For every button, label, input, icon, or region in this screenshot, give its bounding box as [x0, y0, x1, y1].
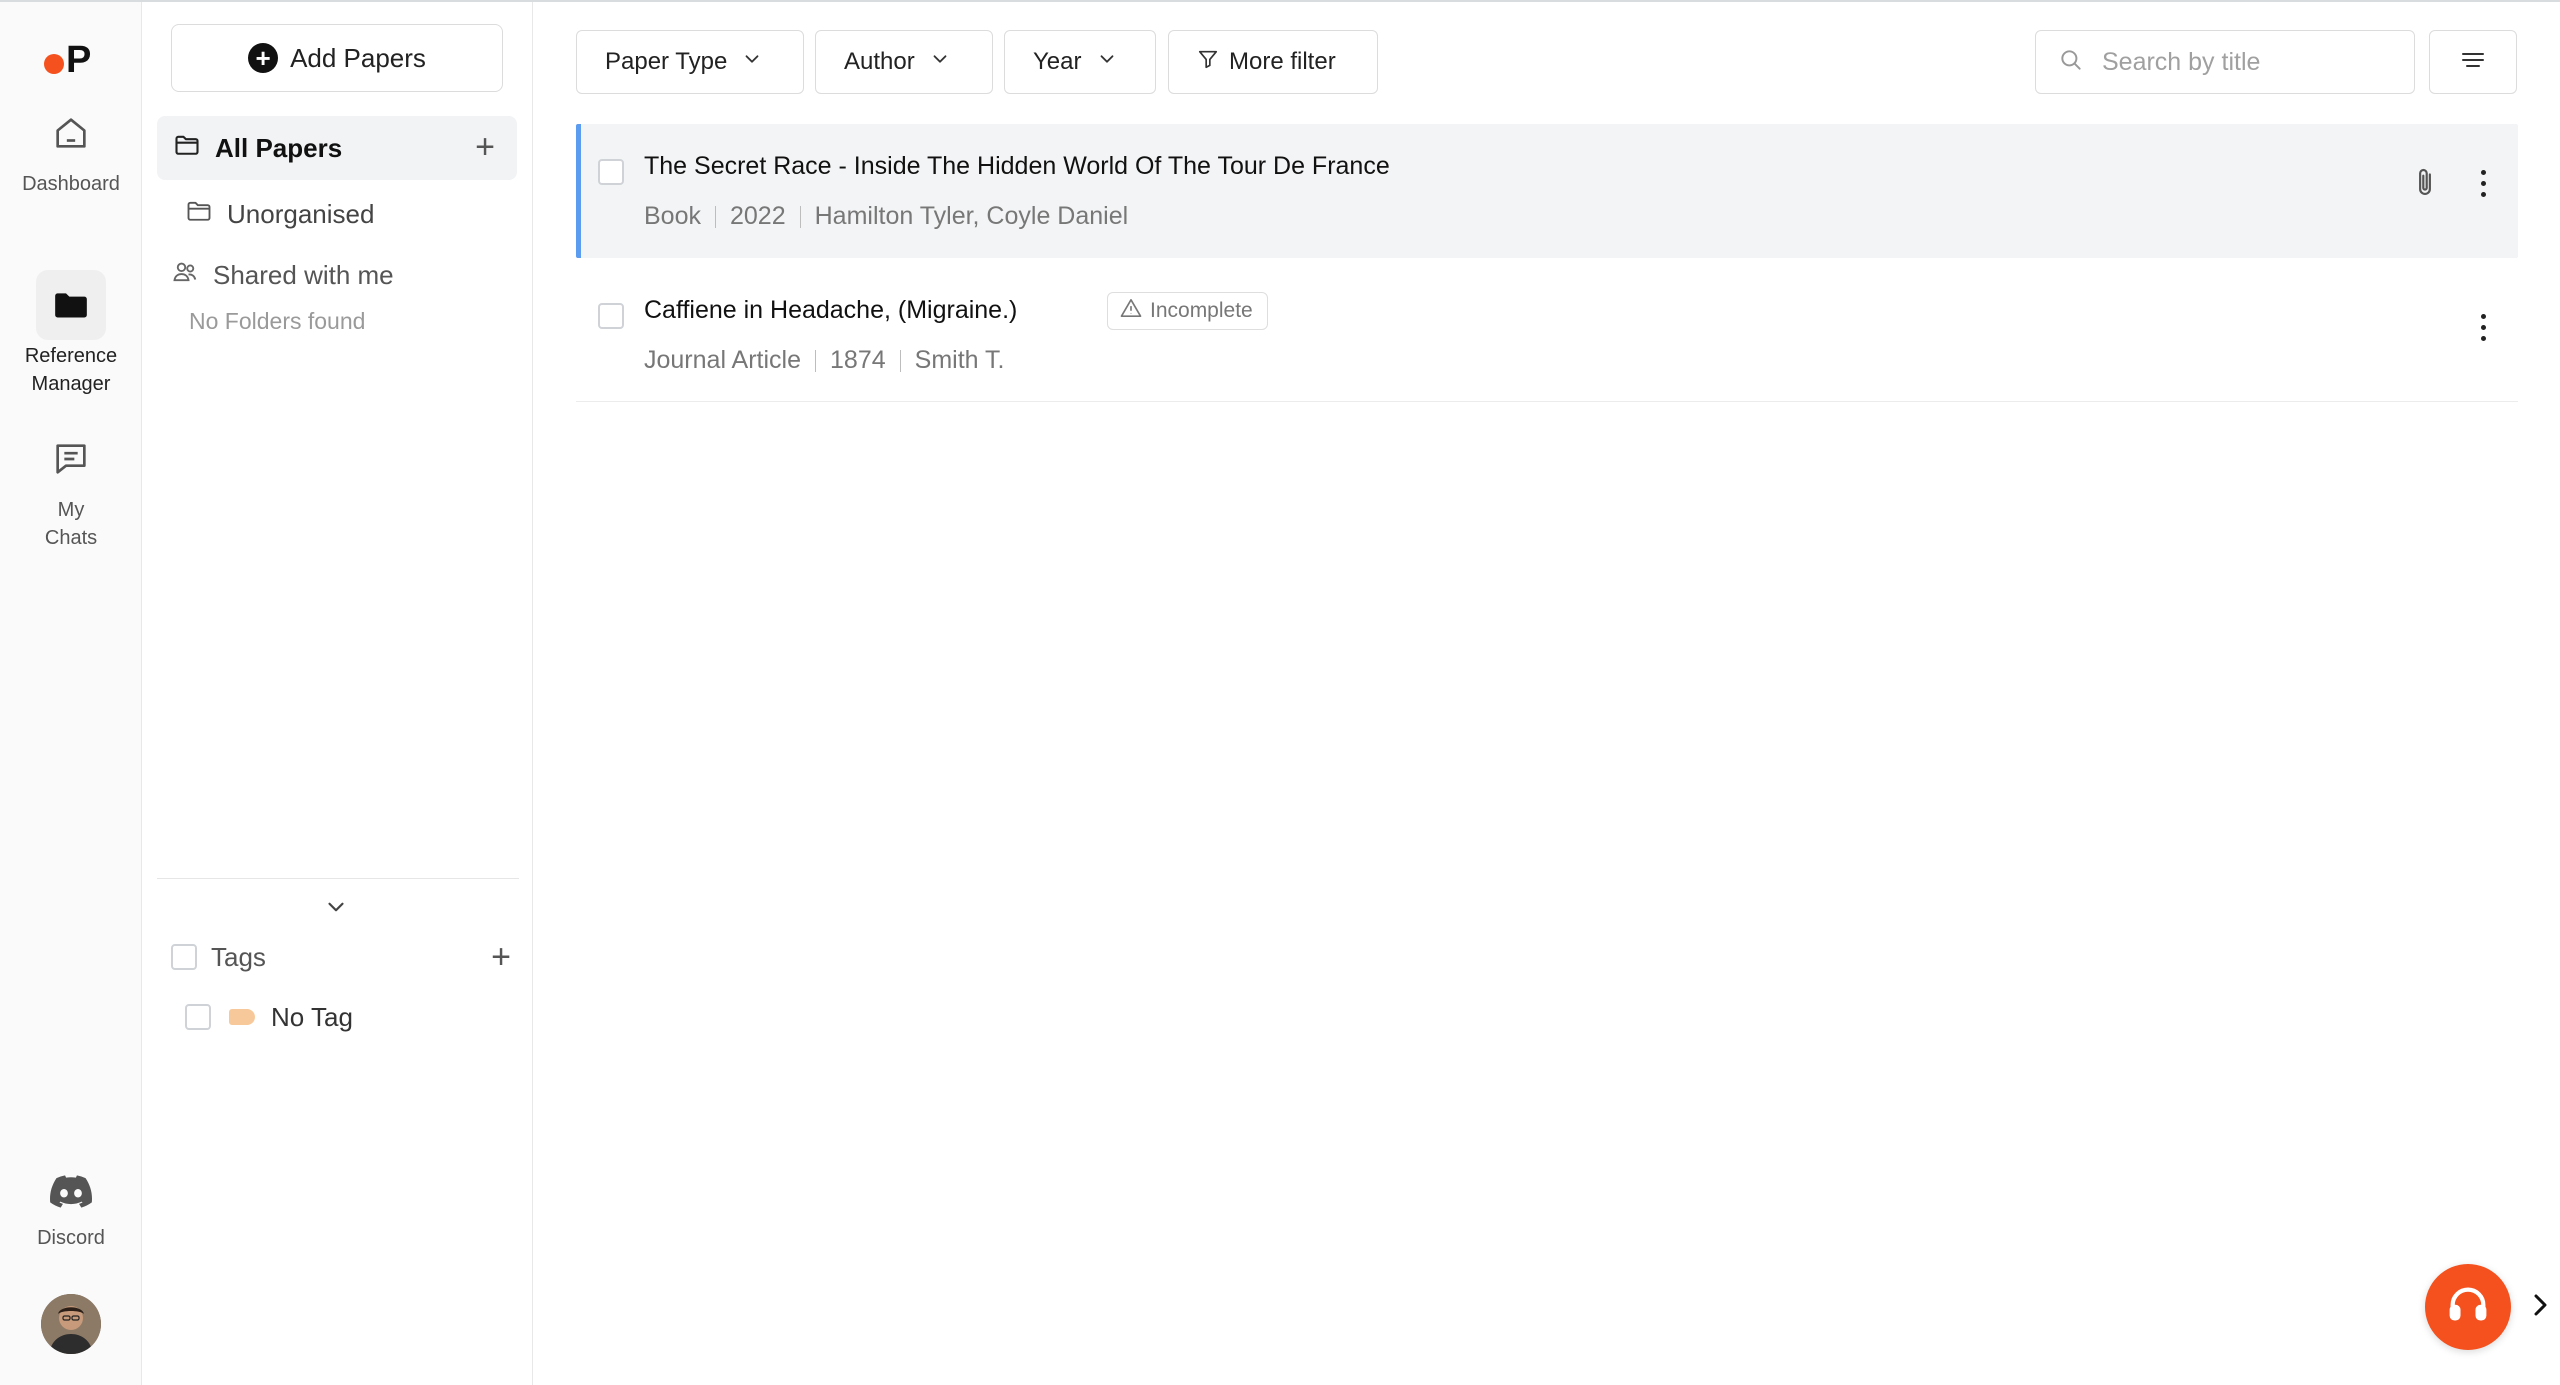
status-badge: Incomplete	[1107, 292, 1268, 330]
paper-meta: Journal Article 1874 Smith T.	[644, 346, 1005, 375]
rail-item-reference-manager[interactable]: Reference Manager	[0, 270, 142, 398]
chevron-down-icon	[741, 48, 763, 77]
filter-author-label: Author	[844, 48, 915, 75]
meta-separator	[815, 349, 817, 372]
rail-label-reference-manager: Reference Manager	[24, 345, 118, 395]
paper-authors: Smith T.	[914, 346, 1005, 374]
rail-item-discord[interactable]: Discord	[0, 1162, 142, 1252]
paper-row[interactable]: Caffiene in Headache, (Migraine.) Incomp…	[576, 268, 2518, 402]
home-icon	[36, 98, 106, 168]
tags-checkbox[interactable]	[171, 944, 197, 970]
meta-separator	[714, 205, 716, 228]
filter-year[interactable]: Year	[1004, 30, 1156, 94]
view-options-button[interactable]	[2429, 30, 2517, 94]
more-filter-label: More filter	[1229, 48, 1336, 75]
chevron-right-icon[interactable]	[2528, 1290, 2552, 1325]
support-chat-button[interactable]	[2425, 1264, 2511, 1350]
no-tag-label: No Tag	[271, 1001, 353, 1032]
search-input[interactable]	[2102, 47, 2402, 77]
tag-icon	[229, 1009, 255, 1025]
chevron-down-icon	[929, 48, 951, 77]
filter-icon	[1197, 48, 1219, 77]
paper-checkbox[interactable]	[598, 159, 624, 185]
status-badge-label: Incomplete	[1150, 299, 1253, 322]
rail-label-dashboard: Dashboard	[22, 173, 120, 195]
user-avatar[interactable]	[41, 1294, 101, 1354]
logo-letter: P	[66, 39, 92, 81]
filter-author[interactable]: Author	[815, 30, 993, 94]
folder-shared-with-me[interactable]: Shared with me	[171, 255, 394, 295]
meta-separator	[899, 349, 901, 372]
chevron-down-icon	[1096, 48, 1118, 77]
users-icon	[171, 258, 199, 293]
add-papers-label: Add Papers	[290, 42, 426, 73]
all-papers-label: All Papers	[215, 132, 343, 163]
tag-item-no-tag[interactable]: No Tag	[185, 997, 353, 1037]
paper-title[interactable]: Caffiene in Headache, (Migraine.)	[644, 296, 1017, 325]
rail-label-discord: Discord	[37, 1227, 105, 1249]
more-options-icon[interactable]	[2478, 170, 2488, 197]
unorganised-label: Unorganised	[227, 198, 375, 229]
tags-header: Tags +	[171, 937, 511, 977]
rail-item-dashboard[interactable]: Dashboard	[0, 98, 142, 198]
shared-with-me-label: Shared with me	[213, 259, 394, 290]
folder-icon	[36, 270, 106, 340]
discord-icon	[36, 1162, 106, 1222]
paper-year: 2022	[729, 202, 786, 230]
warning-icon	[1120, 298, 1142, 324]
folder-panel: + Add Papers All Papers + Unorganised Sh…	[143, 2, 533, 1385]
more-filter-button[interactable]: More filter	[1168, 30, 1378, 94]
rail-label-my-chats: My Chats	[44, 499, 98, 549]
attachment-icon[interactable]	[2410, 166, 2440, 205]
rail-item-my-chats[interactable]: My Chats	[0, 424, 142, 552]
folder-icon	[185, 197, 213, 232]
paper-year: 1874	[830, 346, 886, 374]
menu-lines-icon	[2460, 50, 2486, 75]
paper-authors: Hamilton Tyler, Coyle Daniel	[814, 202, 1129, 230]
add-folder-button[interactable]: +	[475, 130, 495, 164]
add-tag-button[interactable]: +	[491, 940, 511, 974]
app-logo[interactable]: P	[44, 40, 91, 80]
search-icon	[2058, 47, 2084, 78]
more-options-icon[interactable]	[2478, 314, 2488, 341]
chat-icon	[36, 424, 106, 494]
folder-all-papers[interactable]: All Papers +	[157, 116, 517, 180]
tags-label: Tags	[211, 941, 266, 972]
logo-dot	[44, 54, 64, 74]
filter-paper-type-label: Paper Type	[605, 48, 728, 75]
chevron-down-icon[interactable]	[323, 894, 349, 925]
filter-paper-type[interactable]: Paper Type	[576, 30, 804, 94]
open-folder-icon	[173, 131, 201, 166]
headset-icon	[2445, 1282, 2491, 1333]
panel-divider	[157, 878, 519, 879]
paper-type: Journal Article	[644, 346, 802, 374]
meta-separator	[799, 205, 801, 228]
add-papers-button[interactable]: + Add Papers	[171, 24, 503, 92]
paper-checkbox[interactable]	[598, 303, 624, 329]
paper-row[interactable]: The Secret Race - Inside The Hidden Worl…	[576, 124, 2518, 258]
plus-circle-icon: +	[248, 43, 279, 73]
paper-title[interactable]: The Secret Race - Inside The Hidden Worl…	[644, 152, 1390, 181]
no-tag-checkbox[interactable]	[185, 1004, 211, 1030]
paper-meta: Book 2022 Hamilton Tyler, Coyle Daniel	[644, 202, 1128, 231]
no-folders-message: No Folders found	[189, 308, 366, 334]
filter-year-label: Year	[1033, 48, 1082, 75]
left-rail: P Dashboard Reference Manager My Chats D…	[0, 2, 142, 1385]
folder-unorganised[interactable]: Unorganised	[185, 194, 374, 234]
search-box	[2035, 30, 2415, 94]
main-content: Paper Type Author Year More filter The S…	[534, 2, 2560, 1385]
paper-type: Book	[644, 202, 701, 230]
